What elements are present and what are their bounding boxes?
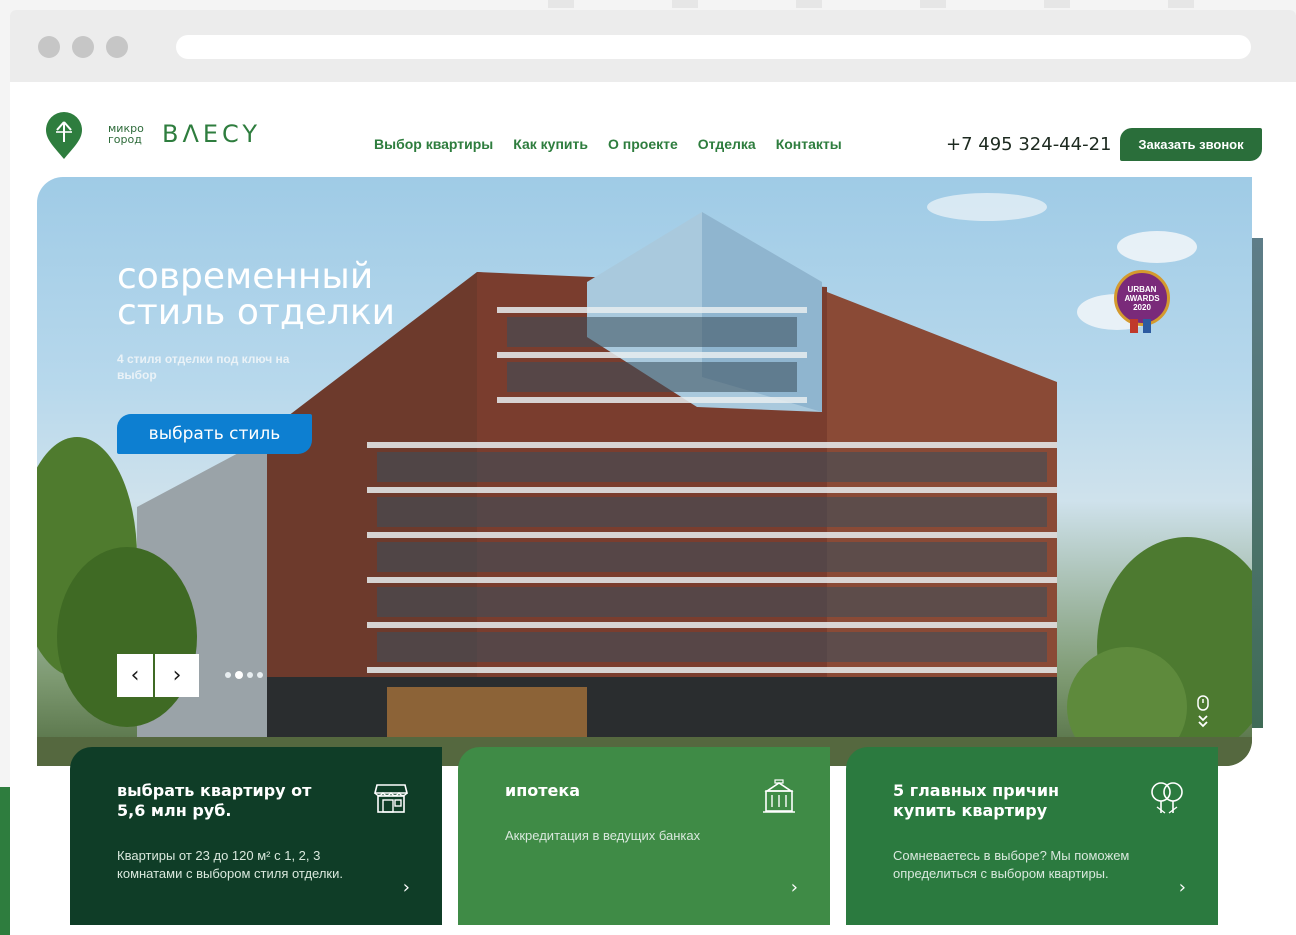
- main-nav: Выбор квартиры Как купить О проекте Отде…: [374, 136, 842, 152]
- decorative-green-edge: [0, 787, 10, 935]
- logo-tagline-line2: город: [108, 133, 142, 146]
- logo-pin-icon[interactable]: [45, 112, 83, 160]
- storefront-icon: [373, 784, 409, 813]
- window-minimize-dot[interactable]: [72, 36, 94, 58]
- backdrop-stripe: [1044, 0, 1070, 8]
- slider-dot[interactable]: [225, 672, 231, 678]
- address-bar[interactable]: [176, 35, 1251, 59]
- slider-next-button[interactable]: ›: [155, 654, 199, 697]
- phone-number[interactable]: +7 495 324-44-21: [946, 134, 1112, 155]
- card-description: Аккредитация в ведущих банках: [505, 828, 701, 843]
- nav-item-how-to-buy[interactable]: Как купить: [513, 136, 588, 152]
- hero-slider: современный стиль отделки 4 стиля отделк…: [37, 177, 1252, 766]
- card-arrow-button[interactable]: ›: [403, 877, 410, 898]
- hero-title-line1: современный: [117, 256, 374, 297]
- backdrop-stripe: [548, 0, 574, 8]
- scroll-down-icon[interactable]: [1196, 695, 1210, 731]
- urban-awards-badge: URBAN AWARDS 2020: [1114, 270, 1170, 326]
- logo-brand[interactable]: BΛECY: [162, 120, 261, 148]
- badge-line1: URBAN: [1127, 285, 1157, 294]
- nav-item-about[interactable]: О проекте: [608, 136, 678, 152]
- card-title: выбрать квартиру от 5,6 млн руб.: [117, 781, 312, 820]
- window-maximize-dot[interactable]: [106, 36, 128, 58]
- badge-ribbon: [1130, 319, 1138, 333]
- badge-line3: 2020: [1133, 303, 1151, 312]
- card-description: Квартиры от 23 до 120 м² с 1, 2, 3 комна…: [117, 848, 343, 881]
- slider-dot[interactable]: [257, 672, 263, 678]
- site-header: микро город BΛECY Выбор квартиры Как куп…: [10, 82, 1296, 188]
- slider-dots: [225, 671, 263, 679]
- slider-dot[interactable]: [235, 671, 243, 679]
- badge-ribbon: [1143, 319, 1151, 333]
- mouse-scroll-icon: [1197, 695, 1209, 728]
- nav-item-finishing[interactable]: Отделка: [698, 136, 756, 152]
- badge-line2: AWARDS: [1124, 294, 1160, 303]
- card-description: Сомневаетесь в выборе? Мы поможем опреде…: [893, 848, 1130, 881]
- card-arrow-button[interactable]: ›: [791, 877, 798, 898]
- card-mortgage[interactable]: ипотека Аккредитация в ведущих банках ›: [458, 747, 830, 925]
- logo-tagline: микро город: [108, 123, 144, 145]
- bank-icon: [763, 779, 795, 813]
- card-choose-apartment[interactable]: выбрать квартиру от 5,6 млн руб. Квартир…: [70, 747, 442, 925]
- browser-chrome: [10, 10, 1296, 82]
- backdrop-stripe: [1168, 0, 1194, 8]
- card-title: ипотека: [505, 781, 581, 800]
- card-arrow-button[interactable]: ›: [1179, 877, 1186, 898]
- backdrop-stripe: [796, 0, 822, 8]
- backdrop-stripe: [920, 0, 946, 8]
- nav-item-choose-apartment[interactable]: Выбор квартиры: [374, 136, 493, 152]
- window-close-dot[interactable]: [38, 36, 60, 58]
- card-five-reasons[interactable]: 5 главных причин купить квартиру Сомнева…: [846, 747, 1218, 925]
- choose-style-button[interactable]: выбрать стиль: [117, 414, 312, 454]
- next-slide-peek: [1252, 238, 1263, 728]
- callback-button[interactable]: Заказать звонок: [1120, 128, 1262, 161]
- slider-dot[interactable]: [247, 672, 253, 678]
- hero-title-line2: стиль отделки: [117, 292, 396, 333]
- slider-prev-button[interactable]: ‹: [117, 654, 153, 697]
- backdrop-stripe: [672, 0, 698, 8]
- card-title: 5 главных причин купить квартиру: [893, 781, 1060, 820]
- hero-title: современный стиль отделки: [117, 259, 477, 331]
- hero-subtitle: 4 стиля отделки под ключ на выбор: [117, 352, 290, 382]
- nav-item-contacts[interactable]: Контакты: [776, 136, 842, 152]
- trees-icon: [1151, 782, 1183, 814]
